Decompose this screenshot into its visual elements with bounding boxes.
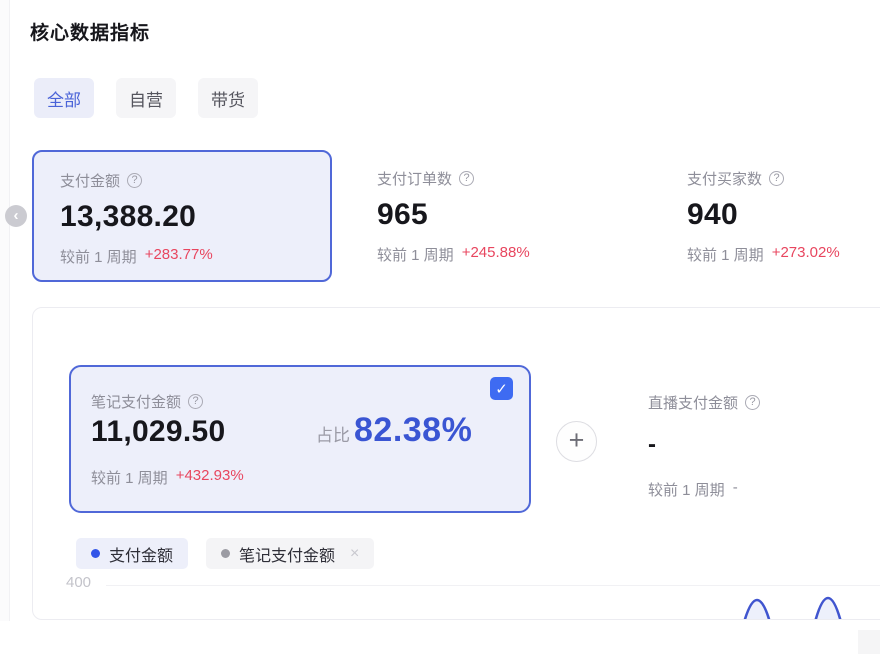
compare-prefix: 较前 1 周期 (687, 244, 764, 265)
help-icon[interactable]: ? (127, 173, 142, 188)
gridline (106, 585, 880, 586)
help-icon[interactable]: ? (188, 394, 203, 409)
legend-dot-blue (91, 549, 100, 558)
ratio-label: 占比 (316, 421, 350, 446)
add-metric-button[interactable]: + (556, 421, 597, 462)
scrollbar-corner[interactable] (858, 630, 880, 654)
metric-value: 940 (687, 198, 840, 232)
compare-prefix: 较前 1 周期 (648, 479, 725, 500)
page-left-edge (0, 0, 10, 622)
ratio-group: 占比 82.38% (316, 411, 472, 450)
scope-tabs: 全部 自营 带货 (34, 78, 258, 118)
delta-value: +245.88% (462, 244, 530, 265)
chart-legend: 支付金额 笔记支付金额 × (76, 538, 374, 569)
help-icon[interactable]: ? (769, 171, 784, 186)
tab-affiliate[interactable]: 带货 (198, 78, 258, 118)
tab-all[interactable]: 全部 (34, 78, 94, 118)
metric-card-buyer-count[interactable]: 支付买家数 ? 940 较前 1 周期 +273.02% (687, 168, 840, 265)
check-icon: ✓ (495, 380, 508, 398)
help-icon[interactable]: ? (459, 171, 474, 186)
compare-prefix: 较前 1 周期 (60, 246, 137, 267)
legend-label: 支付金额 (109, 542, 173, 566)
metric-value: 965 (377, 198, 530, 232)
help-icon[interactable]: ? (745, 395, 760, 410)
chevron-left-icon: ‹ (14, 208, 19, 223)
metric-value: 11,029.50 (91, 415, 226, 449)
metric-label: 笔记支付金额 (91, 391, 181, 412)
metric-value: 13,388.20 (60, 200, 304, 234)
compare-prefix: 较前 1 周期 (377, 244, 454, 265)
subcard-note-payment[interactable]: ✓ 笔记支付金额 ? 11,029.50 占比 82.38% 较前 1 周期 +… (69, 365, 531, 513)
y-axis-tick-400: 400 (66, 574, 91, 591)
metric-label: 支付订单数 (377, 168, 452, 189)
bottom-strip (0, 621, 880, 654)
page-title: 核心数据指标 (30, 18, 150, 45)
metric-card-order-count[interactable]: 支付订单数 ? 965 较前 1 周期 +245.88% (377, 168, 530, 265)
metric-label: 支付买家数 (687, 168, 762, 189)
delta-value: +273.02% (772, 244, 840, 265)
legend-pill-note-payment[interactable]: 笔记支付金额 × (206, 538, 374, 569)
delta-value: - (733, 479, 738, 500)
delta-value: +283.77% (145, 246, 213, 267)
delta-value: +432.93% (176, 467, 244, 488)
checkbox-checked-icon[interactable]: ✓ (490, 377, 513, 400)
metric-card-payment-amount[interactable]: 支付金额 ? 13,388.20 较前 1 周期 +283.77% (32, 150, 332, 282)
carousel-prev-button[interactable]: ‹ (5, 205, 27, 227)
tab-self-operated[interactable]: 自营 (116, 78, 176, 118)
breakdown-panel: ✓ 笔记支付金额 ? 11,029.50 占比 82.38% 较前 1 周期 +… (32, 307, 880, 620)
metric-value: - (648, 431, 760, 459)
metric-label: 直播支付金额 (648, 392, 738, 413)
close-icon[interactable]: × (350, 545, 359, 563)
plus-icon: + (569, 427, 585, 454)
legend-pill-payment-amount[interactable]: 支付金额 (76, 538, 188, 569)
metric-card-live-payment[interactable]: 直播支付金额 ? - 较前 1 周期 - (648, 392, 760, 500)
metric-label: 支付金额 (60, 170, 120, 191)
compare-prefix: 较前 1 周期 (91, 467, 168, 488)
legend-dot-gray (221, 549, 230, 558)
ratio-value: 82.38% (354, 411, 472, 450)
legend-label: 笔记支付金额 (239, 542, 335, 566)
